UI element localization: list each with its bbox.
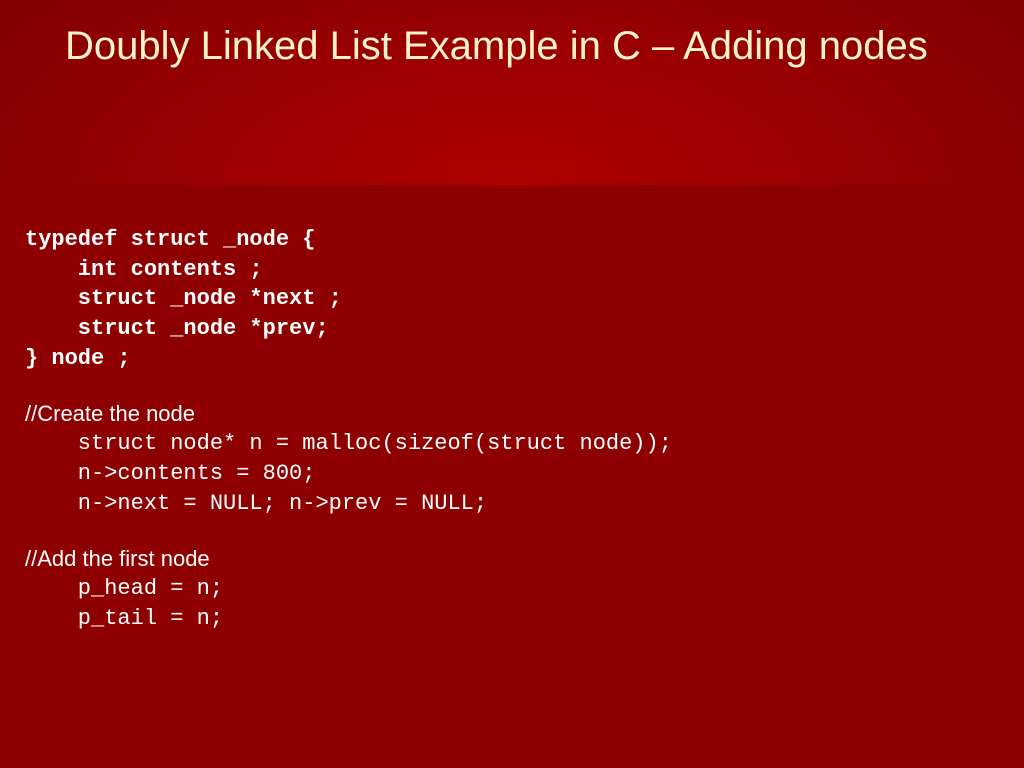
code-add-first-node: p_head = n; p_tail = n; (25, 574, 999, 633)
slide-header: Doubly Linked List Example in C – Adding… (0, 0, 1024, 185)
slide-body: typedef struct _node { int contents ; st… (0, 185, 1024, 633)
struct-definition: typedef struct _node { int contents ; st… (25, 225, 999, 373)
comment-add-first-node: //Add the first node (25, 544, 999, 574)
create-node-section: //Create the node struct node* n = mallo… (25, 399, 999, 518)
slide-title: Doubly Linked List Example in C – Adding… (65, 22, 959, 70)
comment-create-node: //Create the node (25, 399, 999, 429)
add-first-node-section: //Add the first node p_head = n; p_tail … (25, 544, 999, 633)
code-create-node: struct node* n = malloc(sizeof(struct no… (25, 429, 999, 518)
